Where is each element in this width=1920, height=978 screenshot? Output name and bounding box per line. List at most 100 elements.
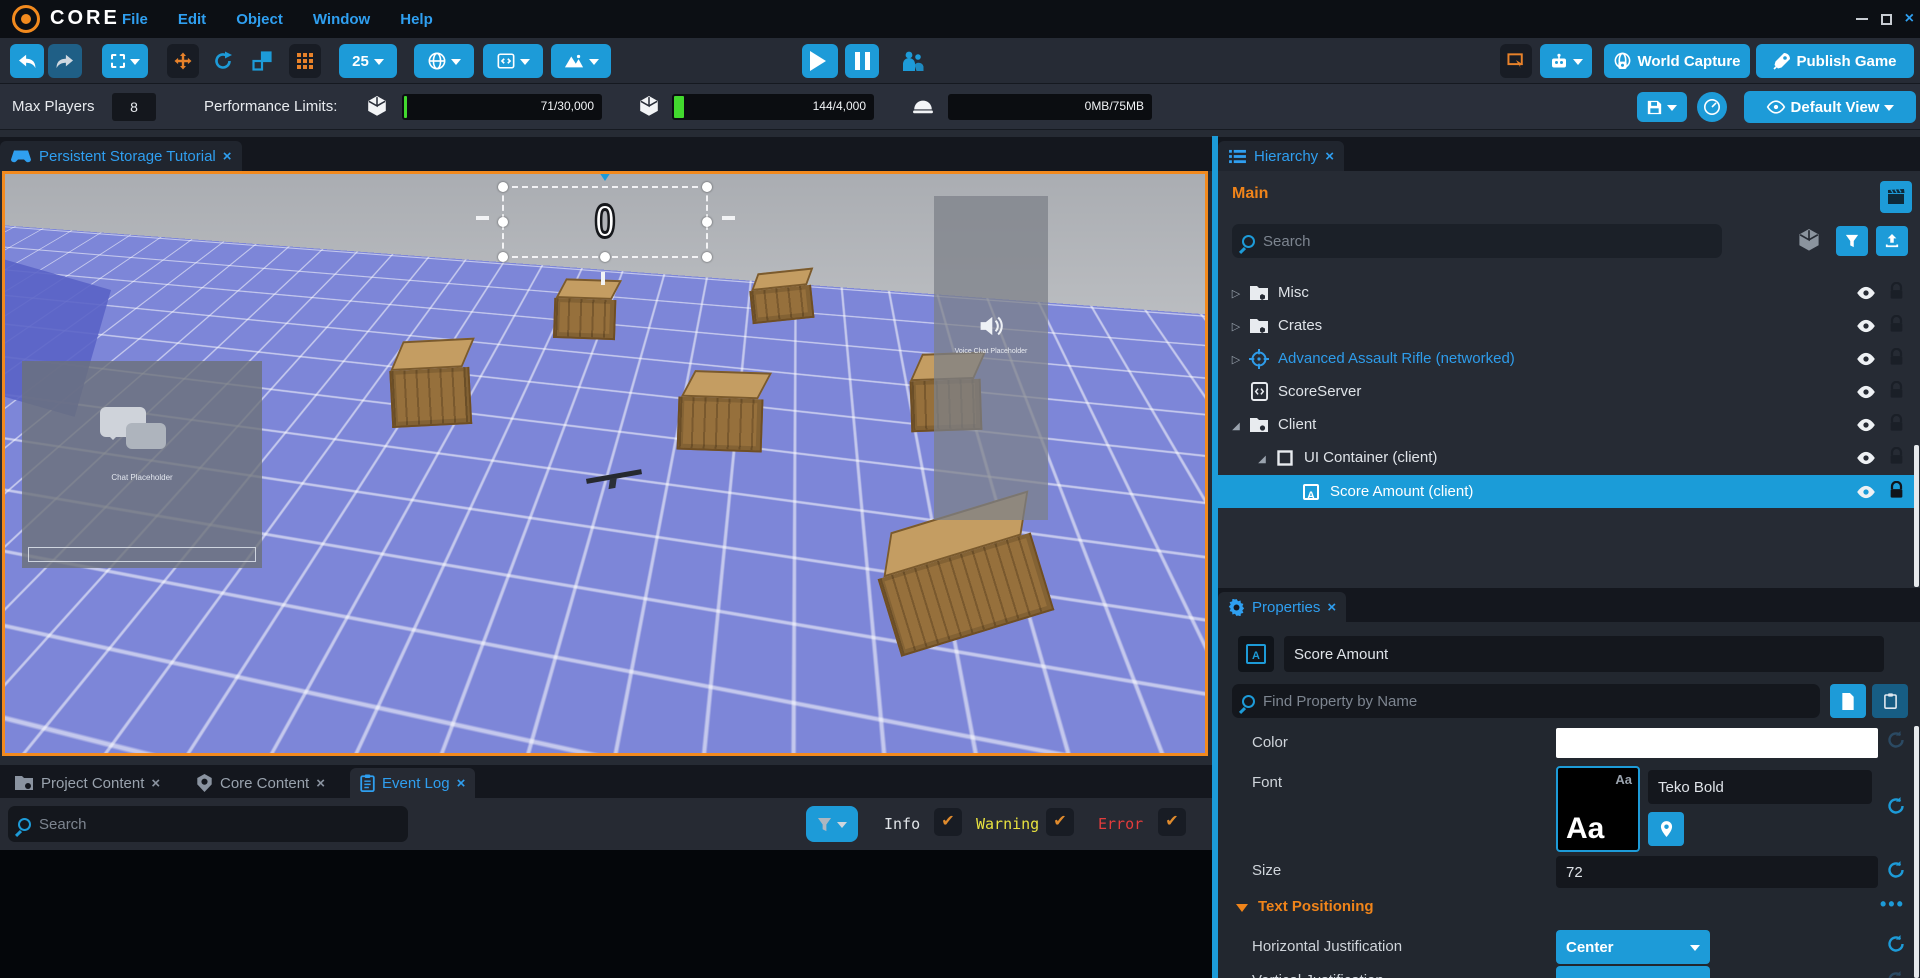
tab-persistent-storage-tutorial[interactable]: Persistent Storage Tutorial × [0,141,242,171]
hierarchy-row-crates[interactable]: Crates [1218,310,1914,341]
minimize-icon[interactable] [1856,18,1868,20]
export-button[interactable] [1876,226,1908,256]
menu-edit[interactable]: Edit [178,11,206,28]
world-capture-button[interactable]: World Capture [1604,44,1750,78]
crate[interactable] [553,278,617,340]
restore-icon[interactable] [1881,14,1892,25]
crate[interactable] [388,338,472,428]
selection-mode-button[interactable] [102,44,148,78]
hierarchy-row-misc[interactable]: Misc [1218,277,1914,308]
section-options-icon[interactable]: ••• [1880,894,1905,915]
lock-icon[interactable] [1889,348,1904,370]
close-icon[interactable]: × [1905,11,1914,27]
back-button[interactable] [10,44,44,78]
publish-game-button[interactable]: Publish Game [1756,44,1914,78]
close-tab-icon[interactable]: × [151,775,160,792]
lock-icon[interactable] [1889,381,1904,403]
terrain-dropdown[interactable] [551,44,611,78]
event-log-search-input[interactable] [39,816,362,833]
resize-handle[interactable] [702,252,712,262]
hierarchy-filter-button[interactable] [1836,226,1868,256]
bot-dropdown[interactable] [1540,44,1592,78]
hierarchy-search-input[interactable] [1263,233,1663,250]
font-preview-thumbnail[interactable]: Aa Aa [1556,766,1640,852]
copy-properties-button[interactable] [1830,684,1866,718]
expand-caret-icon[interactable] [1228,317,1244,334]
visibility-eye-icon[interactable] [1855,451,1877,465]
hierarchy-row-scoreserver[interactable]: ScoreServer [1218,376,1914,407]
forward-button[interactable] [48,44,82,78]
visibility-eye-icon[interactable] [1855,485,1877,499]
resize-handle[interactable] [702,182,712,192]
reset-size-icon[interactable] [1886,860,1908,882]
resize-handle[interactable] [600,252,610,262]
expand-caret-icon[interactable] [1228,284,1244,301]
screenshot-button[interactable] [1500,44,1532,78]
paste-properties-button[interactable] [1872,684,1908,718]
pause-button[interactable] [845,44,879,78]
expand-caret-icon[interactable] [1228,350,1244,367]
menu-help[interactable]: Help [400,11,433,28]
reset-color-icon[interactable] [1886,730,1908,752]
font-picker-button[interactable] [1648,812,1684,846]
hierarchy-row-client[interactable]: Client [1218,409,1914,440]
close-tab-icon[interactable]: × [1325,148,1334,165]
info-filter-checkbox[interactable] [934,808,962,836]
menu-object[interactable]: Object [236,11,283,28]
reset-font-icon[interactable] [1886,796,1908,818]
viewport[interactable]: Chat Placeholder Voice Chat Placeholder … [2,171,1208,756]
tab-core-content[interactable]: Core Content × [186,768,335,798]
close-tab-icon[interactable]: × [316,775,325,792]
visibility-eye-icon[interactable] [1855,418,1877,432]
reset-v-just-icon[interactable] [1886,970,1908,978]
close-tab-icon[interactable]: × [457,775,466,792]
cinematic-button[interactable] [1880,181,1912,213]
warning-filter-checkbox[interactable] [1046,808,1074,836]
hierarchy-row-assault-rifle[interactable]: Advanced Assault Rifle (networked) [1218,343,1914,374]
scale-tool-button[interactable] [245,44,279,78]
lock-icon[interactable] [1889,282,1904,304]
lock-icon[interactable] [1889,414,1904,436]
font-name-input[interactable] [1648,770,1872,804]
world-settings-dropdown[interactable] [414,44,474,78]
performance-gauge-button[interactable] [1697,92,1727,122]
properties-scrollbar[interactable] [1914,726,1919,978]
tab-project-content[interactable]: Project Content × [4,768,170,798]
event-log-search[interactable] [8,806,408,842]
play-button[interactable] [802,44,838,78]
resize-handle[interactable] [498,217,508,227]
hierarchy-search[interactable] [1232,224,1722,258]
max-players-input[interactable] [112,93,156,121]
resize-handle[interactable] [498,182,508,192]
hierarchy-row-ui-container[interactable]: UI Container (client) [1218,442,1914,473]
section-collapse-icon[interactable] [1236,904,1248,918]
reset-h-just-icon[interactable] [1886,934,1908,956]
rotate-tool-button[interactable] [206,44,240,78]
find-property-input[interactable] [1263,693,1746,710]
crate[interactable] [748,268,815,324]
menu-window[interactable]: Window [313,11,370,28]
v-justification-dropdown[interactable]: Top [1556,966,1710,978]
lock-icon[interactable] [1889,481,1904,503]
visibility-eye-icon[interactable] [1855,319,1877,333]
error-filter-checkbox[interactable] [1158,808,1186,836]
collapse-caret-icon[interactable] [1254,449,1270,466]
visibility-eye-icon[interactable] [1855,286,1877,300]
h-justification-dropdown[interactable]: Center [1556,930,1710,964]
template-cube-icon[interactable] [1798,229,1820,256]
crate[interactable] [677,370,765,453]
log-filter-dropdown[interactable] [806,806,858,842]
lock-icon[interactable] [1889,447,1904,469]
visibility-eye-icon[interactable] [1855,352,1877,366]
hierarchy-scrollbar[interactable] [1914,445,1919,587]
close-tab-icon[interactable]: × [223,148,232,165]
grid-size-dropdown[interactable]: 25 [339,44,397,78]
menu-file[interactable]: File [122,11,148,28]
collapse-caret-icon[interactable] [1228,416,1244,433]
resize-handle[interactable] [498,252,508,262]
close-tab-icon[interactable]: × [1327,599,1336,616]
resize-handle[interactable] [702,217,712,227]
object-name-input[interactable] [1284,636,1884,672]
color-swatch[interactable] [1556,728,1878,758]
default-view-dropdown[interactable]: Default View [1744,91,1916,123]
